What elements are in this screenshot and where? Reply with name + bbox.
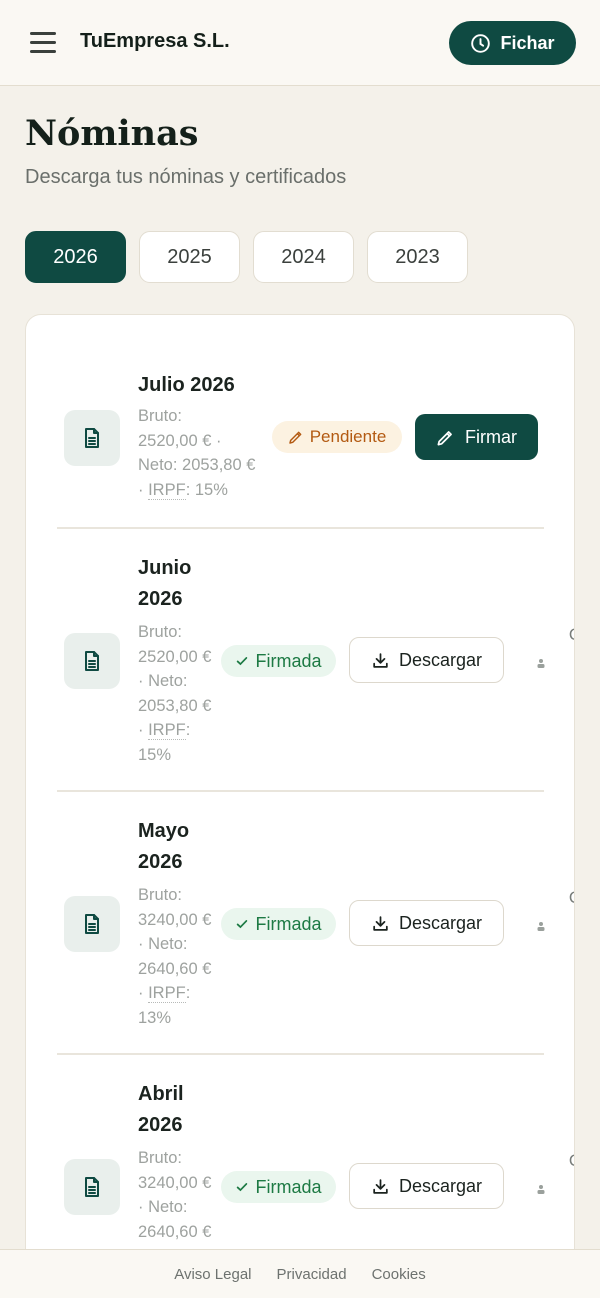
footer: Aviso Legal Privacidad Cookies: [0, 1249, 600, 1298]
document-icon: [64, 633, 120, 689]
payslip-amounts: Bruto: 2520,00 € · Neto: 2053,80 € · IRP…: [138, 623, 212, 764]
divider: [57, 527, 544, 529]
fichar-label: Fichar: [500, 32, 555, 53]
tab-2025[interactable]: 2025: [139, 231, 240, 283]
payslip-list: Julio 2026 Bruto: 2520,00 € · Neto: 2053…: [25, 314, 575, 1298]
status-badge-signed: Firmada: [221, 645, 336, 677]
payslip-title: Abril 2026: [138, 1083, 184, 1136]
top-bar: TuEmpresa S.L. Fichar: [0, 0, 600, 86]
tab-2023[interactable]: 2023: [367, 231, 468, 283]
tab-2024[interactable]: 2024: [253, 231, 354, 283]
clock-icon: [471, 33, 491, 53]
tab-2026[interactable]: 2026: [25, 231, 126, 283]
download-button[interactable]: Descargar: [349, 900, 504, 946]
download-icon: [373, 652, 388, 668]
sign-button[interactable]: Firmar: [415, 414, 538, 460]
check-icon: [237, 657, 248, 666]
status-badge-signed: Firmada: [221, 1171, 336, 1203]
divider: [57, 1053, 544, 1055]
document-icon: [64, 410, 120, 466]
person-icon: [536, 1181, 546, 1194]
seal-note: Con s de empr: [552, 623, 574, 697]
payslip-amounts: Bruto: 2520,00 € · Neto: 2053,80 € · IRP…: [138, 407, 256, 500]
download-icon: [373, 915, 388, 931]
status-badge-signed: Firmada: [221, 908, 336, 940]
document-icon: [64, 1159, 120, 1215]
pen-icon: [288, 431, 302, 444]
person-icon: [536, 655, 546, 668]
company-name: TuEmpresa S.L.: [80, 30, 230, 52]
download-icon: [373, 1178, 388, 1194]
year-tabs: 2026 2025 2024 2023: [25, 231, 468, 283]
download-button[interactable]: Descargar: [349, 1163, 504, 1209]
payslip-title: Julio 2026: [138, 374, 235, 396]
payslip-amounts: Bruto: 3240,00 € · Neto: 2640,60 € · IRP…: [138, 886, 212, 1027]
footer-link-aviso-legal[interactable]: Aviso Legal: [174, 1266, 251, 1283]
fichar-button[interactable]: Fichar: [449, 21, 576, 65]
divider: [57, 790, 544, 792]
menu-icon[interactable]: [30, 32, 56, 54]
footer-link-cookies[interactable]: Cookies: [372, 1266, 426, 1283]
footer-link-privacidad[interactable]: Privacidad: [277, 1266, 347, 1283]
document-icon: [64, 896, 120, 952]
seal-note: Con s de empr: [552, 1149, 574, 1223]
person-icon: [536, 918, 546, 931]
pen-icon: [437, 430, 452, 445]
status-badge-pending: Pendiente: [272, 421, 402, 453]
page-subtitle: Descarga tus nóminas y certificados: [25, 166, 347, 188]
seal-note: Con s de empr: [552, 886, 574, 960]
check-icon: [237, 1183, 248, 1192]
page-title: Nóminas: [25, 113, 199, 154]
check-icon: [237, 920, 248, 929]
payslip-title: Mayo 2026: [138, 820, 190, 873]
payslip-title: Junio 2026: [138, 557, 192, 610]
download-button[interactable]: Descargar: [349, 637, 504, 683]
